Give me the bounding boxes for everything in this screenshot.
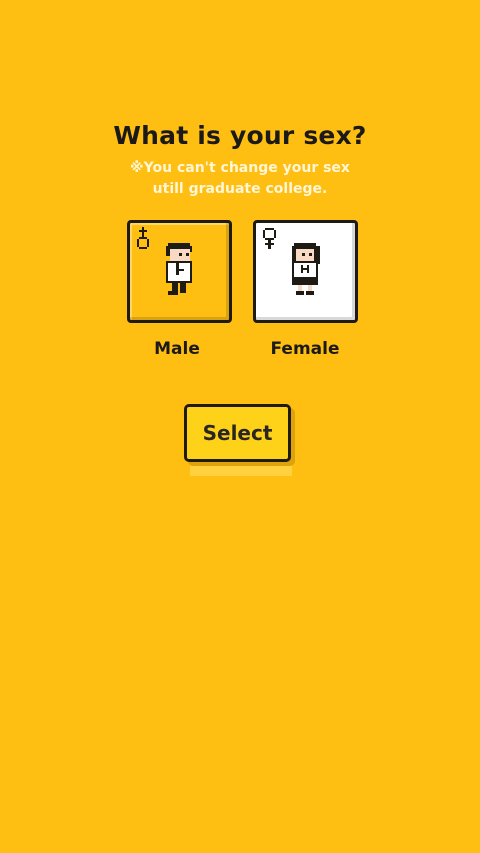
female-character-icon [292, 243, 320, 295]
male-symbol-icon [137, 227, 149, 249]
select-button-shadow [190, 466, 292, 476]
notice-line-1: ※You can't change your sex [130, 160, 350, 176]
notice-line-2: utill graduate college. [152, 181, 328, 197]
female-option-card[interactable] [253, 220, 358, 323]
female-option-label[interactable]: Female [245, 339, 365, 359]
select-button[interactable]: Select [184, 404, 291, 462]
male-option-card[interactable] [127, 220, 232, 323]
notice-text: ※You can't change your sex utill graduat… [0, 158, 480, 200]
page-title: What is your sex? [113, 121, 367, 150]
male-option-label[interactable]: Male [117, 339, 237, 359]
male-character-icon [166, 243, 192, 295]
female-symbol-icon [263, 228, 276, 249]
